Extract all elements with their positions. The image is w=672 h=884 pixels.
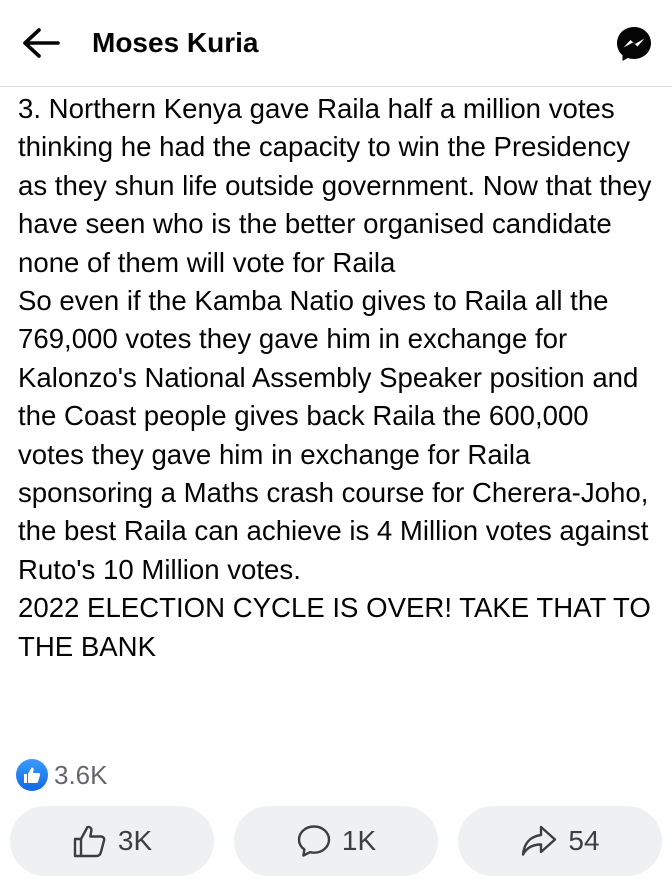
- post-body: 3. Northern Kenya gave Raila half a mill…: [18, 90, 658, 666]
- thumbs-up-icon: [72, 823, 108, 859]
- reaction-summary[interactable]: 3.6K: [16, 758, 108, 792]
- post-header: Moses Kuria: [0, 0, 672, 87]
- like-button[interactable]: 3K: [10, 806, 214, 876]
- reaction-count: 3.6K: [54, 759, 108, 790]
- comment-button[interactable]: 1K: [234, 806, 438, 876]
- like-count: 3K: [117, 825, 153, 856]
- messenger-button[interactable]: [614, 24, 654, 64]
- like-badge-icon: [16, 759, 48, 791]
- page-title: Moses Kuria: [92, 27, 259, 58]
- back-button[interactable]: [18, 22, 64, 64]
- post-paragraph: 2022 ELECTION CYCLE IS OVER! TAKE THAT T…: [18, 592, 651, 662]
- comment-icon: [296, 823, 332, 859]
- share-icon: [520, 823, 558, 859]
- share-count: 54: [568, 825, 600, 856]
- comment-count: 1K: [341, 825, 377, 856]
- share-button[interactable]: 54: [458, 806, 662, 876]
- post-paragraph: 3. Northern Kenya gave Raila half a mill…: [18, 93, 652, 278]
- post-paragraph: So even if the Kamba Natio gives to Rail…: [18, 285, 649, 585]
- action-bar: 3K 1K 54: [10, 806, 662, 876]
- messenger-icon: [614, 24, 654, 64]
- arrow-left-icon: [21, 27, 61, 59]
